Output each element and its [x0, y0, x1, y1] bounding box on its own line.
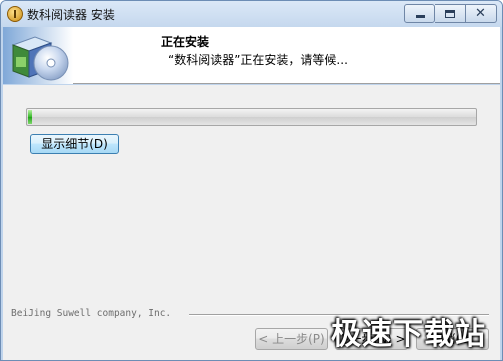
- minimize-button[interactable]: [404, 4, 435, 23]
- show-details-button[interactable]: 显示细节(D): [30, 134, 119, 154]
- installer-window: 数科阅读器 安装 ✕ 正在安装 “数科阅读器”正在安装，请等候... 显示细节(…: [0, 0, 503, 361]
- installer-icon: [7, 6, 23, 22]
- close-icon: ✕: [475, 6, 486, 21]
- window-title: 数科阅读器 安装: [27, 8, 115, 22]
- close-button[interactable]: ✕: [466, 4, 497, 23]
- header-title: 正在安装: [161, 35, 210, 49]
- minimize-icon: [416, 15, 425, 18]
- back-button[interactable]: < 上一步(P): [255, 328, 328, 350]
- header-panel: 正在安装 “数科阅读器”正在安装，请等候...: [3, 27, 500, 84]
- watermark-text: 极速下载站: [331, 317, 486, 352]
- brand-text: BeiJing Suwell company, Inc.: [11, 308, 172, 319]
- title-bar: 数科阅读器 安装 ✕: [1, 1, 502, 27]
- installer-box-cd-icon: [3, 27, 73, 84]
- progress-fill: [28, 110, 32, 124]
- maximize-button[interactable]: [435, 4, 466, 23]
- maximize-icon: [445, 10, 455, 18]
- header-subtitle: “数科阅读器”正在安装，请等候...: [168, 53, 348, 67]
- install-progress-bar: [26, 108, 477, 126]
